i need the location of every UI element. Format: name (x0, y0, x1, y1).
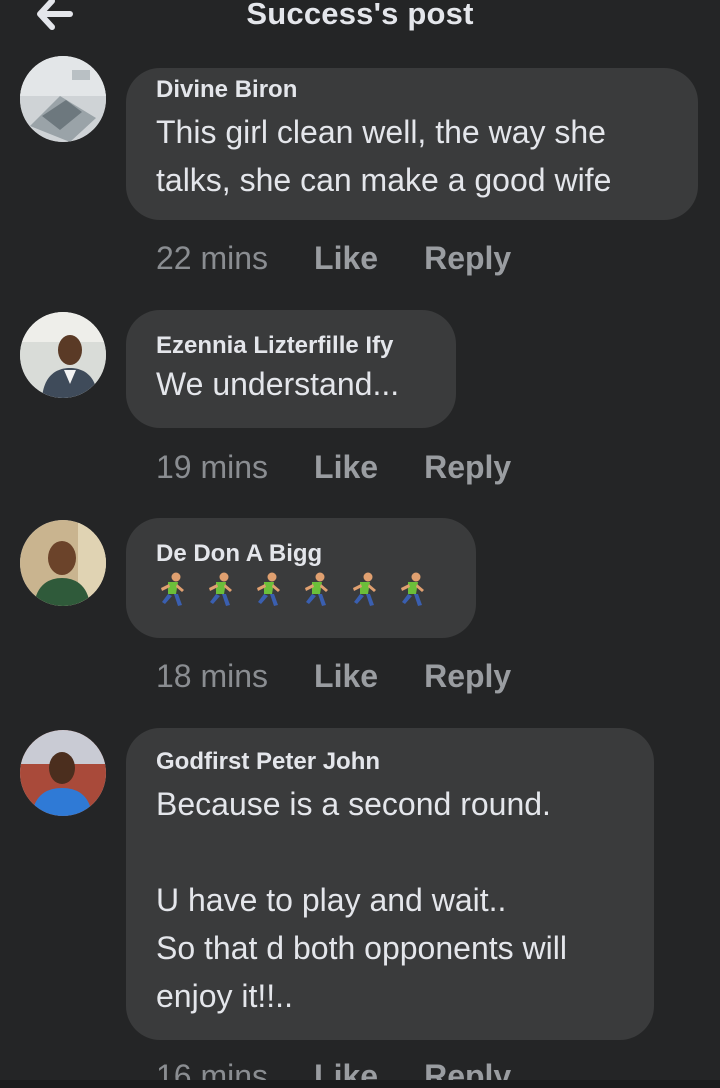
comment-bubble: De Don A Bigg (126, 518, 476, 638)
comment-author[interactable]: De Don A Bigg (156, 540, 322, 568)
like-button[interactable]: Like (314, 449, 378, 486)
comment-bubble: Godfirst Peter John Because is a second … (126, 728, 654, 1040)
like-button[interactable]: Like (314, 240, 378, 277)
top-bar: Success's post (0, 0, 720, 40)
person-running-emoji (401, 572, 424, 606)
comment-actions: 19 mins Like Reply (156, 449, 511, 486)
comment-text: We understand... (156, 366, 400, 402)
comment-actions: 22 mins Like Reply (156, 240, 511, 277)
comment-bubble: Divine Biron This girl clean well, the w… (126, 68, 698, 220)
person-running-emoji (353, 572, 376, 606)
avatar[interactable] (20, 730, 106, 816)
comment-time[interactable]: 19 mins (156, 449, 268, 486)
post-comments-page: Success's post Divine Biron This girl cl… (0, 0, 720, 1088)
comment-actions: 18 mins Like Reply (156, 658, 511, 695)
reply-button[interactable]: Reply (424, 449, 511, 486)
comment-time[interactable]: 18 mins (156, 658, 268, 695)
comment-author[interactable]: Divine Biron (156, 76, 297, 104)
reply-button[interactable]: Reply (424, 658, 511, 695)
person-running-emoji (257, 572, 280, 606)
comment-bubble: Ezennia Lizterfille Ify We understand... (126, 310, 456, 428)
avatar[interactable] (20, 312, 106, 398)
comment-time[interactable]: 22 mins (156, 240, 268, 277)
comment-text: Because is a second round. U have to pla… (156, 786, 567, 1014)
comment-author[interactable]: Ezennia Lizterfille Ify (156, 332, 393, 360)
page-title: Success's post (246, 0, 474, 31)
comment-author[interactable]: Godfirst Peter John (156, 748, 380, 776)
reply-button[interactable]: Reply (424, 240, 511, 277)
bottom-edge (0, 1080, 720, 1088)
avatar[interactable] (20, 56, 106, 142)
emoji-row (156, 572, 446, 608)
person-running-emoji (209, 572, 232, 606)
comment-text: This girl clean well, the way she talks,… (156, 114, 612, 198)
like-button[interactable]: Like (314, 658, 378, 695)
person-running-emoji (161, 572, 184, 606)
person-running-emoji (305, 572, 328, 606)
avatar[interactable] (20, 520, 106, 606)
